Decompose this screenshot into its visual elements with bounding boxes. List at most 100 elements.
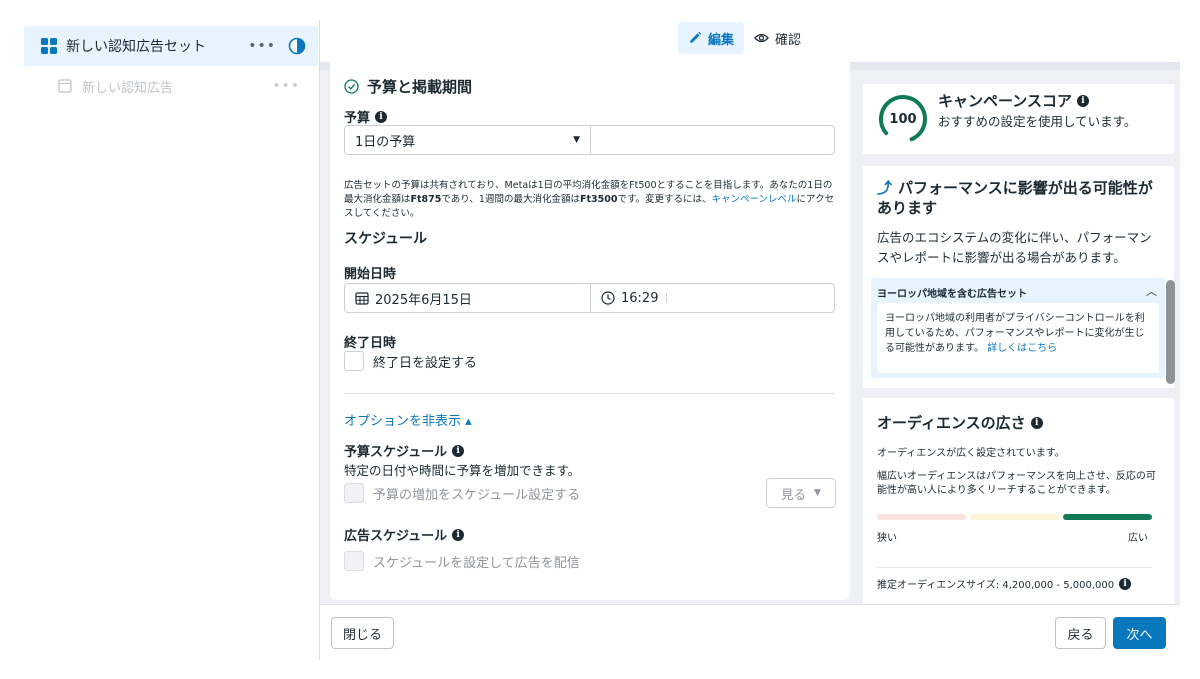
audience-meter [877,514,1152,520]
eu-notice-box: ヨーロッパ地域を含む広告セット ︿ ヨーロッパ地域の利用者がプライバシーコントロ… [871,278,1165,378]
circle-check-icon [344,79,359,94]
info-icon[interactable]: i [452,444,465,457]
audience-size-text: 推定オーディエンスサイズ: 4,200,000 - 5,000,000 [877,580,1115,591]
audience-desc: 幅広いオーディエンスはパフォーマンスを向上させ、反応の可能性が高い人により多くリ… [877,471,1156,496]
info-icon[interactable]: i [452,528,465,541]
tree-item-adset[interactable]: 新しい認知広告セット ••• [24,26,318,66]
budget-amount-input[interactable] [591,126,834,154]
footer-divider [320,604,1180,605]
hide-options-link[interactable]: オプションを非表示 ▴ [344,410,472,429]
mode-tabs: 編集 確認 [678,22,811,54]
budget-schedule-desc: 特定の日付や時間に予算を増加できます。 [344,463,581,478]
caret-down-icon: ▼ [573,135,580,145]
helper-max-weekly: Ft3500 [579,194,618,205]
campaign-tree-panel: 新しい認知広告セット ••• 新しい認知広告 ••• [0,0,320,679]
budget-type-value: 1日の予算 [355,134,416,150]
meter-wide-label: 広い [1128,533,1148,544]
ad-schedule-checkbox-row[interactable]: スケジュールを設定して広告を配信 [344,551,580,571]
info-icon[interactable]: i [1076,94,1089,107]
start-date-value: 2025年6月15日 [375,292,472,308]
end-date-checkbox-row[interactable]: 終了日を設定する [344,351,477,371]
campaign-score-card: 100 キャンペーンスコア i おすすめの設定を使用しています。 [863,84,1174,154]
meter-narrow-label: 狭い [877,533,897,544]
helper-part: であり、1週間の最大消化金額は [441,194,580,205]
half-circle-status-icon[interactable] [288,37,306,55]
audience-title: オーディエンスの広さ i [877,412,1043,433]
performance-title: ⤴ パフォーマンスに影響が出る可能性があります [877,178,1162,218]
info-icon[interactable]: i [375,110,388,123]
audience-divider [877,567,1152,568]
score-title: キャンペーンスコア i [938,90,1089,111]
back-button[interactable]: 戻る [1055,617,1106,649]
performance-title-text: パフォーマンスに影響が出る可能性があります [877,179,1153,217]
adset-grid-icon [40,37,58,55]
end-date-checkbox-label: 終了日を設定する [373,355,478,371]
start-datetime-group: 2025年6月15日 16:29 [344,283,835,313]
budget-schedule-card: 予算と掲載期間 予算 i 1日の予算 ▼ 広告セットの予算は共有されており、Me… [330,62,850,600]
start-time-value: 16:29 [621,290,659,306]
info-icon[interactable]: i [1030,416,1043,429]
audience-subtitle: オーディエンスが広く設定されています。 [877,448,1065,459]
meter-segment-narrow [877,514,966,520]
eye-icon [754,32,769,44]
start-date-input[interactable]: 2025年6月15日 [345,284,591,312]
more-options-icon[interactable]: ••• [272,78,300,94]
clock-icon [601,291,615,305]
section-title: 予算と掲載期間 [344,76,472,97]
info-icon[interactable]: i [1119,577,1132,590]
end-date-checkbox[interactable] [344,351,364,371]
tab-review-label: 確認 [775,32,802,48]
score-value: 100 [889,111,917,127]
budget-schedule-checkbox-row[interactable]: 予算の増加をスケジュール設定する [344,483,580,503]
caret-down-icon: ▼ [814,488,821,498]
budget-helper-text: 広告セットの予算は共有されており、Metaは1日の平均消化金額をFt500とする… [344,179,836,221]
vertical-scrollbar[interactable] [1166,280,1175,384]
meter-segment-wide [1063,514,1152,520]
ad-schedule-checkbox-label: スケジュールを設定して広告を配信 [373,555,580,571]
budget-schedule-label: 予算スケジュール i [344,441,465,460]
campaign-level-link[interactable]: キャンペーンレベル [712,194,797,205]
start-time-input[interactable]: 16:29 [591,284,834,312]
tab-review[interactable]: 確認 [744,22,811,54]
pencil-icon [688,31,702,45]
schedule-heading: スケジュール [344,231,428,247]
see-dropdown-button[interactable]: 見る ▼ [766,478,836,508]
tree-item-ad[interactable]: 新しい認知広告 ••• [24,66,318,106]
learn-more-link[interactable]: 詳しくはこちら [987,343,1057,354]
editor-scroll-area[interactable]: 予算と掲載期間 予算 i 1日の予算 ▼ 広告セットの予算は共有されており、Me… [320,62,1180,604]
ad-schedule-label-text: 広告スケジュール [344,529,448,544]
start-label: 開始日時 [344,267,397,282]
ad-editor-window: 新しい認知広告セット ••• 新しい認知広告 ••• 編集 確認 予算と掲載期間… [0,0,1200,679]
audience-size: 推定オーディエンスサイズ: 4,200,000 - 5,000,000 i [877,576,1132,591]
more-options-icon[interactable]: ••• [248,38,276,54]
tree-item-ad-label: 新しい認知広告 [82,80,174,96]
calendar-icon [355,291,369,305]
section-title-text: 予算と掲載期間 [367,78,473,96]
meter-segment-mid [970,514,1059,520]
audience-title-text: オーディエンスの広さ [877,414,1026,432]
budget-label: 予算 i [344,107,388,126]
chevron-up-icon[interactable]: ︿ [1146,283,1157,299]
audience-breadth-card: オーディエンスの広さ i オーディエンスが広く設定されています。 幅広いオーディ… [863,398,1174,604]
ad-schedule-label: 広告スケジュール i [344,525,465,544]
sparkle-trend-icon: ⤴ [877,179,893,197]
budget-label-text: 予算 [344,111,371,126]
end-label: 終了日時 [344,336,397,351]
eu-notice-heading: ヨーロッパ地域を含む広告セット [877,289,1027,300]
performance-impact-card: ⤴ パフォーマンスに影響が出る可能性があります 広告のエコシステムの変化に伴い、パ… [863,166,1174,388]
ad-document-icon [56,77,74,95]
eu-notice-body: ヨーロッパ地域の利用者がプライバシーコントロールを利用しているため、パフォーマン… [877,303,1159,373]
performance-desc: 広告のエコシステムの変化に伴い、パフォーマンスやレポートに影響が出る場合がありま… [877,230,1152,265]
text-cursor [666,293,668,303]
budget-input-group: 1日の予算 ▼ [344,125,835,155]
next-button[interactable]: 次へ [1113,617,1166,649]
close-button[interactable]: 閉じる [331,617,394,649]
ad-schedule-checkbox[interactable] [344,551,364,571]
tab-edit[interactable]: 編集 [678,22,745,54]
tab-edit-label: 編集 [708,32,735,48]
section-divider [344,393,835,394]
budget-type-select[interactable]: 1日の予算 ▼ [345,126,591,154]
budget-schedule-label-text: 予算スケジュール [344,445,448,460]
budget-schedule-checkbox-label: 予算の増加をスケジュール設定する [373,487,581,503]
budget-schedule-checkbox[interactable] [344,483,364,503]
